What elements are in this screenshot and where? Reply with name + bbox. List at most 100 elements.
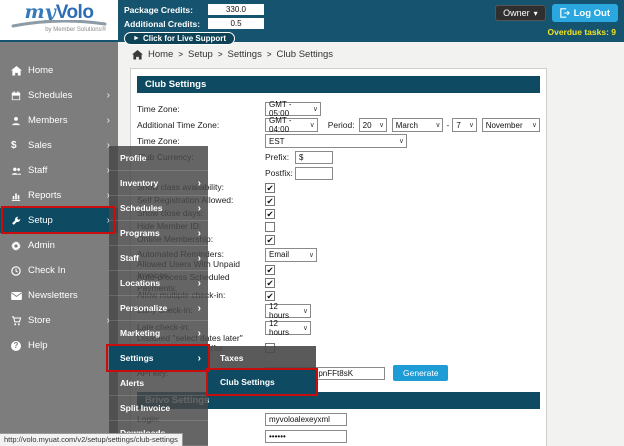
chevron-right-icon: ›	[198, 203, 201, 214]
period-day-from-select[interactable]: 20∨	[359, 118, 387, 132]
chevron-down-icon: ∨	[399, 137, 404, 145]
app: myVolo by Member Solutions® Package Cred…	[0, 0, 624, 446]
sidebar-item-check-in[interactable]: Check In	[0, 258, 118, 283]
submenu-item-club-settings[interactable]: Club Settings	[208, 370, 316, 394]
logout-icon	[560, 8, 570, 18]
gear-icon	[11, 241, 28, 251]
breadcrumb-current: Club Settings	[277, 49, 334, 60]
chevron-right-icon: ›	[198, 303, 201, 314]
sidebar-item-setup[interactable]: Setup›	[0, 208, 118, 233]
additional-time-zone-select[interactable]: GMT - 04:00∨	[265, 118, 318, 132]
settings-submenu: Taxes Club Settings	[208, 346, 316, 394]
period-day-to-select[interactable]: 7∨	[452, 118, 477, 132]
chevron-down-icon: ∨	[303, 307, 308, 315]
sidebar-item-sales[interactable]: $ Sales›	[0, 133, 118, 158]
dollar-icon: $	[11, 140, 28, 151]
sidebar-item-home[interactable]: Home	[0, 58, 118, 83]
owner-menu-button[interactable]: Owner ▾	[495, 5, 546, 21]
breadcrumb-setup[interactable]: Setup	[188, 49, 213, 60]
user-icon	[11, 116, 28, 126]
sidebar-item-admin[interactable]: Admin	[0, 233, 118, 258]
online-membership-checkbox[interactable]: ✔	[265, 235, 275, 245]
show-close-days-checkbox[interactable]: ✔	[265, 209, 275, 219]
currency-postfix-input[interactable]	[295, 167, 333, 180]
hide-member-id-checkbox[interactable]	[265, 222, 275, 232]
package-credits-label: Package Credits:	[124, 5, 208, 15]
logo-tagline: by Member Solutions®	[0, 27, 118, 33]
live-support-button[interactable]: ► Click for Live Support	[124, 32, 235, 45]
brivo-login-input[interactable]	[265, 413, 347, 426]
chevron-right-icon: ›	[198, 253, 201, 264]
additional-time-zone-row: Additional Time Zone: GMT - 04:00∨ Perio…	[137, 117, 540, 133]
self-registration-checkbox[interactable]: ✔	[265, 196, 275, 206]
header-right: Owner ▾ Log Out Overdue tasks: 9	[495, 4, 618, 37]
users-icon	[11, 166, 28, 176]
caret-down-icon: ▾	[534, 9, 538, 18]
chevron-down-icon: ∨	[313, 105, 318, 113]
chevron-right-icon: ›	[198, 228, 201, 239]
chevron-down-icon: ∨	[379, 121, 384, 129]
sidebar: Home Schedules› Members› $ Sales› Staff›…	[0, 42, 118, 446]
flyout-item-programs[interactable]: Programs›	[109, 221, 208, 246]
generate-button[interactable]: Generate	[393, 365, 448, 381]
chevron-right-icon: ›	[198, 278, 201, 289]
package-credits-input[interactable]	[208, 4, 264, 15]
breadcrumb-separator: >	[178, 50, 183, 59]
period-month-to-select[interactable]: November∨	[482, 118, 540, 132]
flyout-item-inventory[interactable]: Inventory›	[109, 171, 208, 196]
flyout-item-alerts[interactable]: Alerts	[109, 371, 208, 396]
flyout-item-schedules[interactable]: Schedules›	[109, 196, 208, 221]
brivo-password-input[interactable]	[265, 430, 347, 443]
early-checkin-select[interactable]: 12 hours∨	[265, 304, 311, 318]
flyout-item-settings[interactable]: Settings›	[109, 346, 208, 371]
chevron-down-icon: ∨	[435, 121, 440, 129]
show-class-availability-checkbox[interactable]: ✔	[265, 183, 275, 193]
period-month-from-select[interactable]: March∨	[392, 118, 444, 132]
submenu-item-taxes[interactable]: Taxes	[208, 346, 316, 370]
top-header: myVolo by Member Solutions® Package Cred…	[0, 0, 624, 42]
additional-credits-input[interactable]	[208, 18, 264, 29]
chevron-down-icon: ∨	[532, 121, 537, 129]
multiple-checkin-checkbox[interactable]: ✔	[265, 291, 275, 301]
time-zone-name-select[interactable]: EST∨	[265, 134, 407, 148]
additional-credits-row: Additional Credits:	[124, 17, 264, 30]
currency-prefix-input[interactable]	[295, 151, 333, 164]
sidebar-item-store[interactable]: Store›	[0, 308, 118, 333]
time-zone-select[interactable]: GMT - 05:00∨	[265, 102, 321, 116]
sidebar-item-help[interactable]: ? Help	[0, 333, 118, 358]
automated-reminders-select[interactable]: Email∨	[265, 248, 317, 262]
envelope-icon	[11, 292, 28, 300]
flyout-item-personalize[interactable]: Personalize›	[109, 296, 208, 321]
flyout-item-locations[interactable]: Locations›	[109, 271, 208, 296]
sidebar-item-members[interactable]: Members›	[0, 108, 118, 133]
late-checkin-select[interactable]: 12 hours∨	[265, 321, 311, 335]
flyout-item-split-invoice[interactable]: Split Invoice	[109, 396, 208, 421]
breadcrumb: Home > Setup > Settings > Club Settings	[132, 49, 333, 60]
auto-process-checkbox[interactable]: ✔	[265, 278, 275, 288]
time-zone-row: Time Zone: GMT - 05:00∨	[137, 101, 540, 117]
breadcrumb-home[interactable]: Home	[148, 49, 173, 60]
flyout-item-staff[interactable]: Staff›	[109, 246, 208, 271]
logout-button[interactable]: Log Out	[552, 4, 618, 22]
overdue-tasks-badge[interactable]: Overdue tasks: 9	[495, 27, 618, 37]
play-icon: ►	[133, 35, 140, 42]
breadcrumb-separator: >	[267, 50, 272, 59]
sidebar-item-newsletters[interactable]: Newsletters	[0, 283, 118, 308]
credits-panel: Package Credits: Additional Credits: ► C…	[124, 3, 264, 45]
breadcrumb-settings[interactable]: Settings	[228, 49, 262, 60]
chevron-down-icon: ∨	[469, 121, 474, 129]
chevron-down-icon: ∨	[309, 251, 314, 259]
sidebar-item-schedules[interactable]: Schedules›	[0, 83, 118, 108]
logo[interactable]: myVolo by Member Solutions®	[0, 0, 118, 40]
status-url-tooltip: http://volo.myuat.com/v2/setup/settings/…	[0, 433, 183, 446]
breadcrumb-separator: >	[218, 50, 223, 59]
flyout-item-profile[interactable]: Profile	[109, 146, 208, 171]
sidebar-item-reports[interactable]: Reports›	[0, 183, 118, 208]
additional-credits-label: Additional Credits:	[124, 19, 208, 29]
chevron-right-icon: ›	[198, 353, 201, 364]
wrench-icon	[11, 216, 28, 226]
section-header-club-settings: Club Settings	[137, 76, 540, 93]
flyout-item-marketing[interactable]: Marketing›	[109, 321, 208, 346]
allowed-unpaid-checkbox[interactable]: ✔	[265, 265, 275, 275]
sidebar-item-staff[interactable]: Staff›	[0, 158, 118, 183]
